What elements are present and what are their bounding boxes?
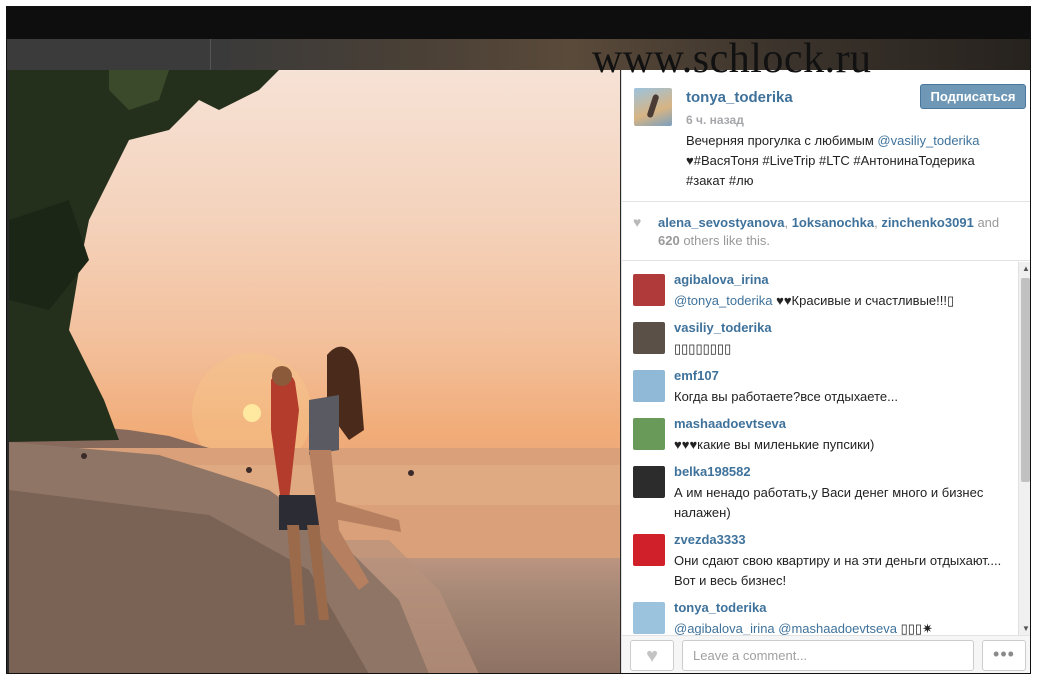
- comment-text: ▯▯▯▯▯▯▯▯: [674, 339, 1009, 359]
- post-time: 6 ч. назад: [686, 113, 744, 127]
- comments-list: agibalova_irina @tonya_toderika ♥♥Красив…: [622, 262, 1018, 635]
- likes-suffix: others like this.: [683, 233, 771, 248]
- post-photo[interactable]: [9, 70, 620, 673]
- comment-text: А им ненадо работать,у Васи денег много …: [674, 483, 1009, 523]
- commenter-avatar[interactable]: [633, 370, 665, 402]
- comment-body: Они сдают свою квартиру и на эти деньги …: [674, 553, 1002, 588]
- owner-avatar[interactable]: [634, 88, 672, 126]
- watermark: www.schlock.ru: [592, 36, 872, 82]
- background-strip: [7, 39, 1030, 70]
- comment-text: @agibalova_irina @mashaadoevtseva ▯▯▯✷: [674, 619, 1009, 635]
- heart-icon: ♥: [633, 214, 642, 230]
- commenter-avatar[interactable]: [633, 602, 665, 634]
- caption-mention[interactable]: @vasiliy_toderika: [877, 133, 979, 148]
- post-header: tonya_toderika 6 ч. назад Подписаться Ве…: [622, 70, 1030, 202]
- comment-body: А им ненадо работать,у Васи денег много …: [674, 485, 984, 520]
- comment-username[interactable]: mashaadoevtseva: [674, 416, 786, 431]
- commenter-avatar[interactable]: [633, 534, 665, 566]
- top-bar: [7, 7, 1030, 39]
- caption-text: Вечерняя прогулка с любимым: [686, 133, 878, 148]
- likes-count[interactable]: 620: [658, 233, 680, 248]
- scroll-up-arrow-icon[interactable]: ▲: [1022, 264, 1030, 273]
- comment-text: ♥♥♥какие вы миленькие пупсики): [674, 435, 1009, 455]
- comment-body: ▯▯▯▯▯▯▯▯: [674, 341, 732, 356]
- heart-icon: ♥: [646, 645, 658, 667]
- scrollbar-thumb[interactable]: [1021, 278, 1030, 482]
- liker-link[interactable]: 1oksanochka: [792, 215, 874, 230]
- comment-username[interactable]: zvezda3333: [674, 532, 746, 547]
- viewer-frame: tonya_toderika 6 ч. назад Подписаться Ве…: [6, 6, 1031, 674]
- likes-and: and: [977, 215, 1000, 230]
- caption-hashtags: ♥#ВасяТоня #LiveTrip #LTC #АнтонинаТодер…: [686, 153, 975, 188]
- owner-username[interactable]: tonya_toderika: [686, 89, 793, 106]
- liker-link[interactable]: zinchenko3091: [881, 215, 974, 230]
- commenter-avatar[interactable]: [633, 322, 665, 354]
- comment-body: Когда вы работаете?все отдыхаете...: [674, 389, 898, 404]
- comment-username[interactable]: tonya_toderika: [674, 600, 766, 615]
- like-button[interactable]: ♥: [630, 640, 674, 671]
- commenter-avatar[interactable]: [633, 466, 665, 498]
- comment-body: ♥♥Красивые и счастливые!!!▯: [772, 293, 955, 308]
- more-options-button[interactable]: •••: [982, 640, 1026, 671]
- commenter-avatar[interactable]: [633, 418, 665, 450]
- follow-button[interactable]: Подписаться: [920, 84, 1026, 109]
- comments-scrollbar[interactable]: ▲ ▼: [1018, 262, 1030, 635]
- ellipsis-icon: •••: [993, 644, 1015, 664]
- comment-input[interactable]: [682, 640, 974, 671]
- comment-username[interactable]: agibalova_irina: [674, 272, 769, 287]
- comment-username[interactable]: vasiliy_toderika: [674, 320, 772, 335]
- likes-summary: alena_sevostyanova, 1oksanochka, zinchen…: [658, 215, 1000, 248]
- scroll-down-arrow-icon[interactable]: ▼: [1022, 624, 1030, 633]
- post-details-panel: tonya_toderika 6 ч. назад Подписаться Ве…: [621, 70, 1030, 673]
- commenter-avatar[interactable]: [633, 274, 665, 306]
- comment-text: Когда вы работаете?все отдыхаете...: [674, 387, 1009, 407]
- photo-scene: [9, 70, 620, 673]
- likes-section: ♥ alena_sevostyanova, 1oksanochka, zinch…: [622, 203, 1030, 261]
- background-tile: [7, 39, 211, 70]
- comment-text: Они сдают свою квартиру и на эти деньги …: [674, 551, 1009, 591]
- comment-footer: ♥ •••: [622, 635, 1030, 673]
- comment-text: @tonya_toderika ♥♥Красивые и счастливые!…: [674, 291, 1009, 311]
- comment-username[interactable]: emf107: [674, 368, 719, 383]
- comment-mention[interactable]: @tonya_toderika: [674, 293, 772, 308]
- comment-mention[interactable]: @agibalova_irina @mashaadoevtseva: [674, 621, 897, 635]
- post-caption: Вечерняя прогулка с любимым @vasiliy_tod…: [686, 131, 1016, 191]
- comment-body: ▯▯▯✷: [896, 621, 933, 635]
- comment-username[interactable]: belka198582: [674, 464, 751, 479]
- comment-body: ♥♥♥какие вы миленькие пупсики): [674, 437, 875, 452]
- liker-link[interactable]: alena_sevostyanova: [658, 215, 784, 230]
